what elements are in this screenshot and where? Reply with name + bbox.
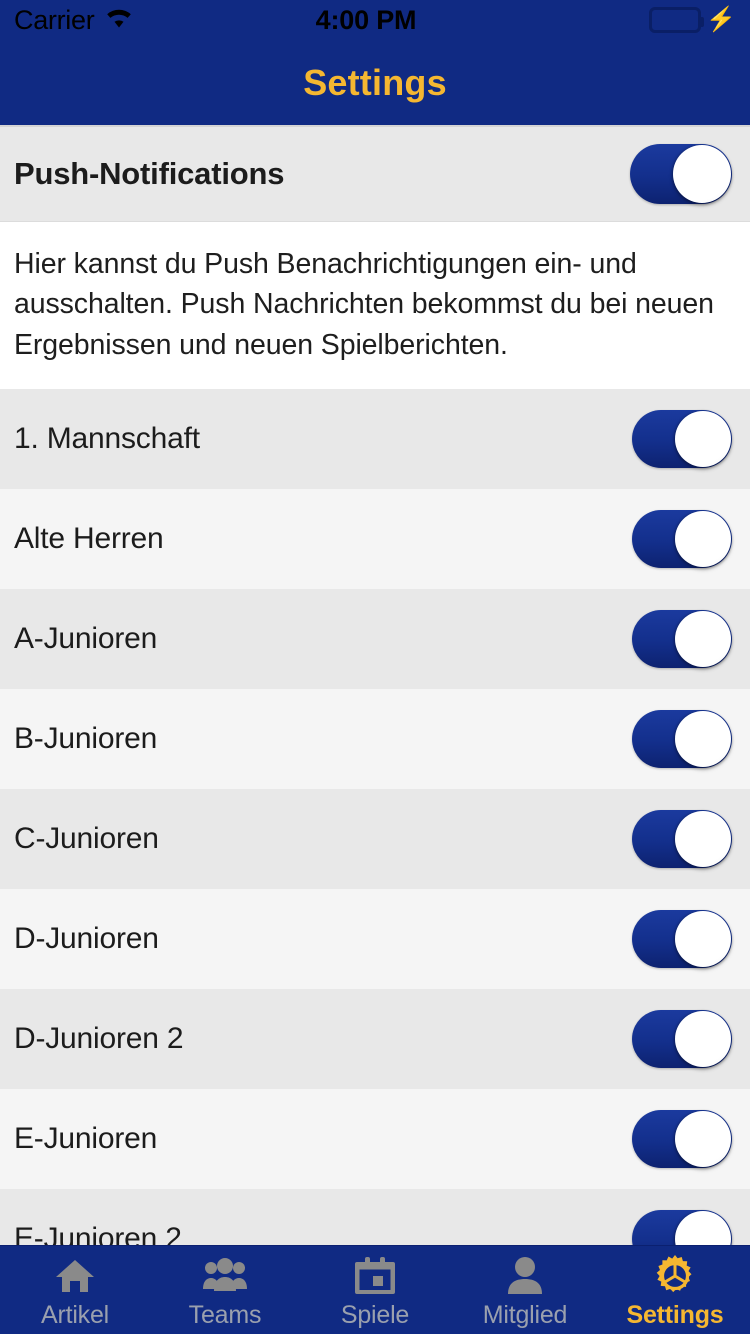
team-label: 1. Mannschaft bbox=[14, 422, 200, 456]
team-toggle-list: 1. Mannschaft Alte Herren A-Junioren B-Juni… bbox=[0, 389, 750, 1245]
toggle-knob bbox=[675, 511, 731, 568]
tab-artikel[interactable]: Artikel bbox=[0, 1246, 150, 1334]
team-toggle[interactable] bbox=[632, 1110, 732, 1169]
tab-mitglied[interactable]: Mitglied bbox=[450, 1246, 600, 1334]
lightning-bolt-icon: ⚡ bbox=[706, 6, 736, 33]
team-label: C-Junioren bbox=[14, 822, 159, 856]
toggle-knob bbox=[675, 911, 731, 968]
team-row[interactable]: D-Junioren bbox=[0, 889, 750, 990]
toggle-knob bbox=[675, 1111, 731, 1168]
team-label: D-Junioren bbox=[14, 922, 159, 956]
toggle-knob bbox=[675, 811, 731, 868]
battery-icon bbox=[649, 7, 705, 33]
push-notifications-row[interactable]: Push-Notifications bbox=[0, 127, 750, 222]
team-toggle[interactable] bbox=[632, 910, 732, 969]
push-notifications-toggle[interactable] bbox=[630, 144, 732, 204]
status-bar: Carrier 4:00 PM ⚡ bbox=[0, 0, 750, 40]
toggle-knob bbox=[675, 711, 731, 768]
team-toggle[interactable] bbox=[632, 1010, 732, 1069]
team-row[interactable]: D-Junioren 2 bbox=[0, 989, 750, 1090]
team-toggle[interactable] bbox=[632, 410, 732, 469]
people-group-icon bbox=[202, 1255, 248, 1297]
team-toggle[interactable] bbox=[632, 1210, 732, 1245]
toggle-knob bbox=[675, 411, 731, 468]
clock-label: 4:00 PM bbox=[315, 4, 417, 35]
person-icon bbox=[506, 1255, 544, 1297]
team-row[interactable]: Alte Herren bbox=[0, 489, 750, 590]
tab-teams[interactable]: Teams bbox=[150, 1246, 300, 1334]
wifi-icon bbox=[104, 7, 134, 34]
tab-settings[interactable]: Settings bbox=[600, 1246, 750, 1334]
team-label: E-Junioren 2 bbox=[14, 1222, 182, 1245]
page-title: Settings bbox=[303, 61, 447, 103]
team-row[interactable]: E-Junioren bbox=[0, 1089, 750, 1190]
team-toggle[interactable] bbox=[632, 710, 732, 769]
carrier-label: Carrier bbox=[14, 4, 95, 35]
team-toggle[interactable] bbox=[632, 510, 732, 569]
team-row[interactable]: C-Junioren bbox=[0, 789, 750, 890]
tab-label-mitglied: Mitglied bbox=[482, 1300, 568, 1329]
team-label: D-Junioren 2 bbox=[14, 1022, 184, 1056]
team-label: A-Junioren bbox=[14, 622, 158, 656]
tab-label-spiele: Spiele bbox=[340, 1300, 410, 1329]
tab-spiele[interactable]: Spiele bbox=[300, 1246, 450, 1334]
team-label: Alte Herren bbox=[14, 522, 164, 556]
toggle-knob bbox=[675, 1211, 731, 1245]
status-bar-right: ⚡ bbox=[486, 7, 736, 33]
home-icon bbox=[54, 1255, 96, 1297]
team-row[interactable]: A-Junioren bbox=[0, 589, 750, 690]
status-bar-left: Carrier bbox=[14, 4, 264, 35]
bottom-tab-bar: Artikel Teams Spiele Mitglied Settings bbox=[0, 1245, 750, 1334]
team-toggle[interactable] bbox=[632, 610, 732, 669]
description-text: Hier kannst du Push Benachrichtigungen e… bbox=[14, 248, 714, 361]
team-label: E-Junioren bbox=[14, 1122, 158, 1156]
description-block: Hier kannst du Push Benachrichtigungen e… bbox=[0, 222, 750, 390]
team-row[interactable]: B-Junioren bbox=[0, 689, 750, 790]
gear-icon bbox=[654, 1254, 696, 1297]
team-toggle[interactable] bbox=[632, 810, 732, 869]
toggle-knob bbox=[675, 611, 731, 668]
navigation-bar: Settings bbox=[0, 40, 750, 125]
team-row[interactable]: E-Junioren 2 bbox=[0, 1189, 750, 1245]
team-label: B-Junioren bbox=[14, 722, 158, 756]
calendar-icon bbox=[355, 1255, 395, 1297]
toggle-knob bbox=[673, 145, 731, 203]
push-notifications-label: Push-Notifications bbox=[14, 156, 285, 191]
tab-label-teams: Teams bbox=[188, 1300, 262, 1329]
tab-label-settings: Settings bbox=[626, 1300, 724, 1329]
app-screen: Carrier 4:00 PM ⚡ Settings Push-Notifica… bbox=[0, 0, 750, 1334]
toggle-knob bbox=[675, 1011, 731, 1068]
tab-label-artikel: Artikel bbox=[40, 1300, 110, 1329]
team-row[interactable]: 1. Mannschaft bbox=[0, 389, 750, 490]
settings-list[interactable]: Push-Notifications Hier kannst du Push B… bbox=[0, 127, 750, 1245]
